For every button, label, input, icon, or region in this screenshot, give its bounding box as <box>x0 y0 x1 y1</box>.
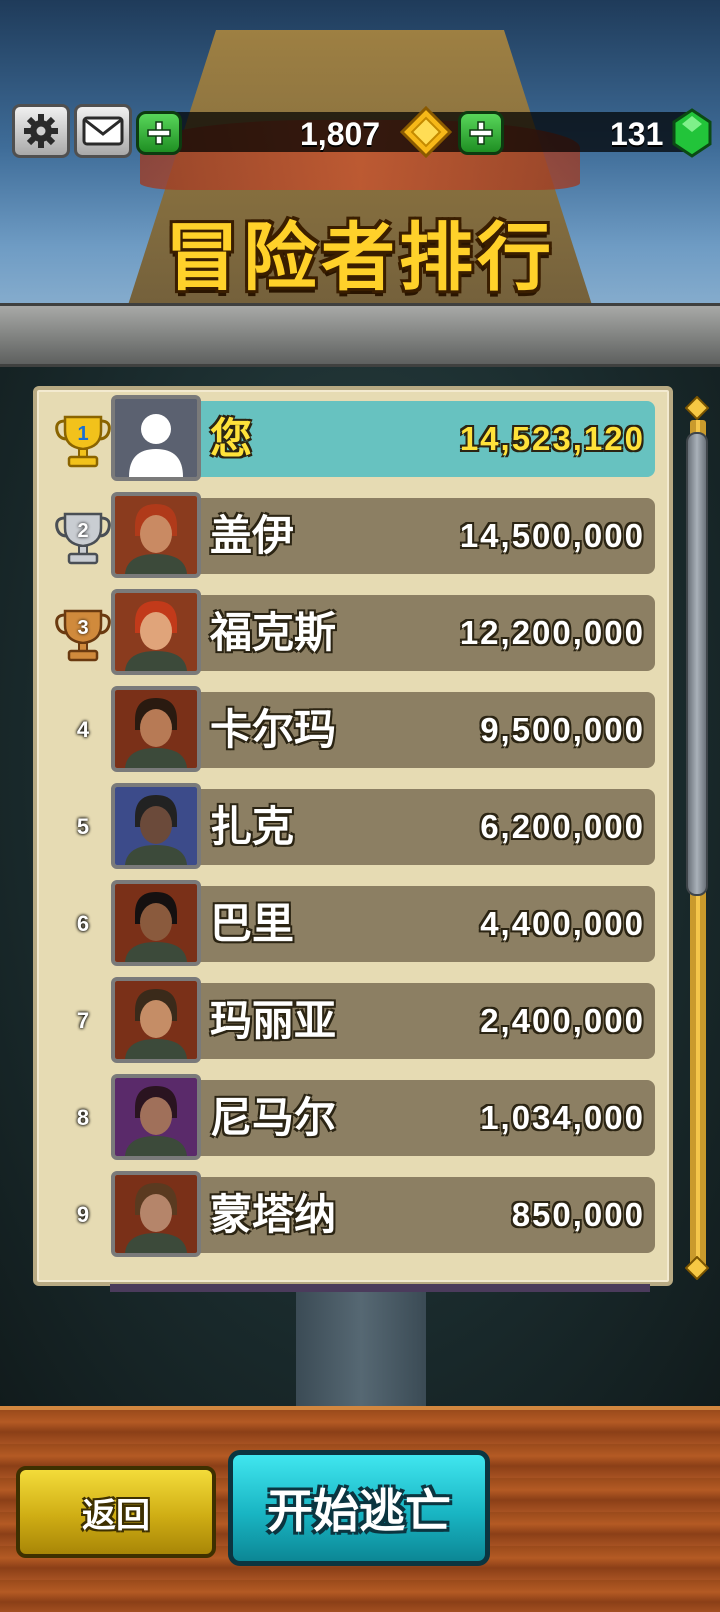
character-avatar <box>111 1171 201 1257</box>
player-name: 您 <box>210 414 253 463</box>
player-score: 14,500,000 <box>459 517 645 554</box>
rank-number: 3 <box>77 617 89 639</box>
rank-number: 6 <box>52 886 114 962</box>
player-avatar <box>111 395 201 481</box>
character-portrait <box>115 787 197 865</box>
trophy-icon: 1 <box>52 401 114 477</box>
top-bar: 1,807 131 <box>12 104 712 158</box>
player-name: 福克斯 <box>210 608 337 657</box>
gold-coin-icon <box>400 106 452 158</box>
gem-amount: 131 <box>610 116 664 152</box>
character-portrait <box>115 690 197 768</box>
rank-number: 8 <box>52 1080 114 1156</box>
player-name: 蒙塔纳 <box>210 1190 337 1239</box>
back-button[interactable]: 返回 <box>16 1466 216 1558</box>
start-escape-button[interactable]: 开始逃亡 <box>228 1450 490 1566</box>
scroll-down-cap-icon <box>685 1256 709 1280</box>
player-score: 2,400,000 <box>480 1002 645 1039</box>
player-score: 12,200,000 <box>459 614 645 651</box>
rank-number: 9 <box>52 1177 114 1253</box>
trophy-icon: 3 <box>52 595 114 671</box>
player-name: 盖伊 <box>210 511 295 560</box>
rank-number: 7 <box>76 1008 90 1033</box>
character-avatar <box>111 686 201 772</box>
character-avatar <box>111 783 201 869</box>
plus-icon <box>469 121 493 145</box>
settings-button[interactable] <box>12 104 70 158</box>
rank-number: 1 <box>77 423 89 445</box>
stone-banner <box>0 303 720 367</box>
character-portrait <box>115 593 197 671</box>
gold-amount: 1,807 <box>300 116 381 152</box>
user-silhouette-icon <box>115 399 197 477</box>
player-name: 扎克 <box>210 802 295 851</box>
player-score: 9,500,000 <box>480 711 645 748</box>
scrollbar-thumb[interactable] <box>686 432 708 896</box>
character-avatar <box>111 977 201 1063</box>
character-avatar <box>111 880 201 966</box>
player-score: 6,200,000 <box>480 808 645 845</box>
mail-icon <box>82 116 124 146</box>
player-score: 4,400,000 <box>480 905 645 942</box>
character-portrait <box>115 884 197 962</box>
scroll-up-cap-icon <box>685 396 709 420</box>
rank-number: 6 <box>76 911 90 936</box>
player-score: 1,034,000 <box>480 1099 645 1136</box>
trophy-icon: 2 <box>52 498 114 574</box>
add-gold-button[interactable] <box>136 111 182 155</box>
character-portrait <box>115 981 197 1059</box>
character-avatar <box>111 492 201 578</box>
rank-number: 4 <box>52 692 114 768</box>
rank-number: 4 <box>76 717 90 742</box>
player-score: 14,523,120 <box>459 420 645 457</box>
add-gem-button[interactable] <box>458 111 504 155</box>
character-portrait <box>115 1078 197 1156</box>
rank-number: 7 <box>52 983 114 1059</box>
rank-number: 8 <box>76 1105 90 1130</box>
rank-number: 2 <box>77 520 89 542</box>
character-portrait <box>115 496 197 574</box>
player-name: 卡尔玛 <box>210 705 337 754</box>
player-name: 尼马尔 <box>210 1093 337 1142</box>
rank-number: 5 <box>76 814 90 839</box>
mail-button[interactable] <box>74 104 132 158</box>
character-avatar <box>111 1074 201 1160</box>
player-name: 巴里 <box>210 899 295 948</box>
character-avatar <box>111 589 201 675</box>
green-gem-icon <box>672 108 712 158</box>
gear-icon <box>24 114 58 148</box>
next-row-peek <box>110 1284 650 1292</box>
rank-number: 5 <box>52 789 114 865</box>
player-name: 玛丽亚 <box>210 996 337 1045</box>
plus-icon <box>147 121 171 145</box>
rank-number: 9 <box>76 1202 90 1227</box>
character-portrait <box>115 1175 197 1253</box>
leaderboard-title: 冒险者排行 <box>165 215 555 301</box>
player-score: 850,000 <box>511 1196 645 1233</box>
